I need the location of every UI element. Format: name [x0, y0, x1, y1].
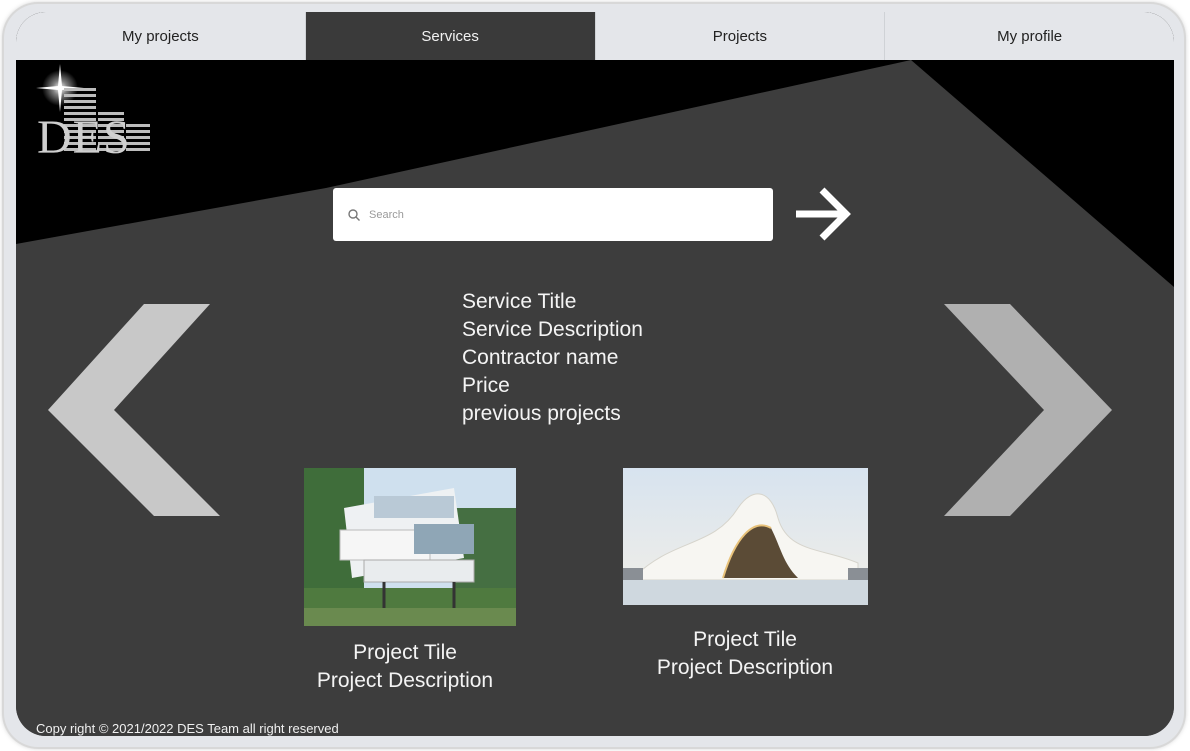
next-chevron-icon[interactable]	[944, 302, 1116, 518]
search-input[interactable]	[367, 207, 751, 222]
project-pavilion-image	[623, 468, 868, 605]
previous-projects-label: previous projects	[462, 402, 621, 425]
project-caption-1: Project Tile Project Description	[302, 639, 508, 695]
footer-copyright: Copy right © 2021/2022 DES Team all righ…	[36, 721, 339, 736]
previous-chevron-icon[interactable]	[48, 302, 228, 518]
arrow-right-icon[interactable]	[792, 184, 856, 244]
top-nav: My projects Services Projects My profile	[16, 12, 1174, 60]
service-details: Service Title Service Description Contra…	[462, 288, 643, 428]
project-image-2[interactable]	[623, 468, 868, 605]
project-caption-2: Project Tile Project Description	[642, 626, 848, 682]
project-description: Project Description	[316, 669, 494, 692]
contractor-name: Contractor name	[462, 346, 619, 369]
device-frame: My projects Services Projects My profile	[4, 4, 1184, 747]
logo-text: DES	[37, 111, 131, 164]
app-screen: My projects Services Projects My profile	[16, 12, 1174, 736]
service-title: Service Title	[462, 290, 577, 313]
project-title: Project Tile	[353, 641, 457, 664]
tab-my-projects[interactable]: My projects	[16, 12, 306, 60]
project-title: Project Tile	[693, 628, 797, 651]
service-description: Service Description	[462, 318, 643, 341]
search-bar[interactable]	[333, 188, 773, 241]
tab-my-profile[interactable]: My profile	[885, 12, 1174, 60]
search-icon	[348, 208, 360, 221]
tab-projects[interactable]: Projects	[596, 12, 886, 60]
service-price: Price	[462, 374, 510, 397]
project-description: Project Description	[656, 656, 834, 679]
project-building-image	[304, 468, 516, 626]
project-image-1[interactable]	[304, 468, 516, 626]
tab-services[interactable]: Services	[305, 12, 596, 60]
